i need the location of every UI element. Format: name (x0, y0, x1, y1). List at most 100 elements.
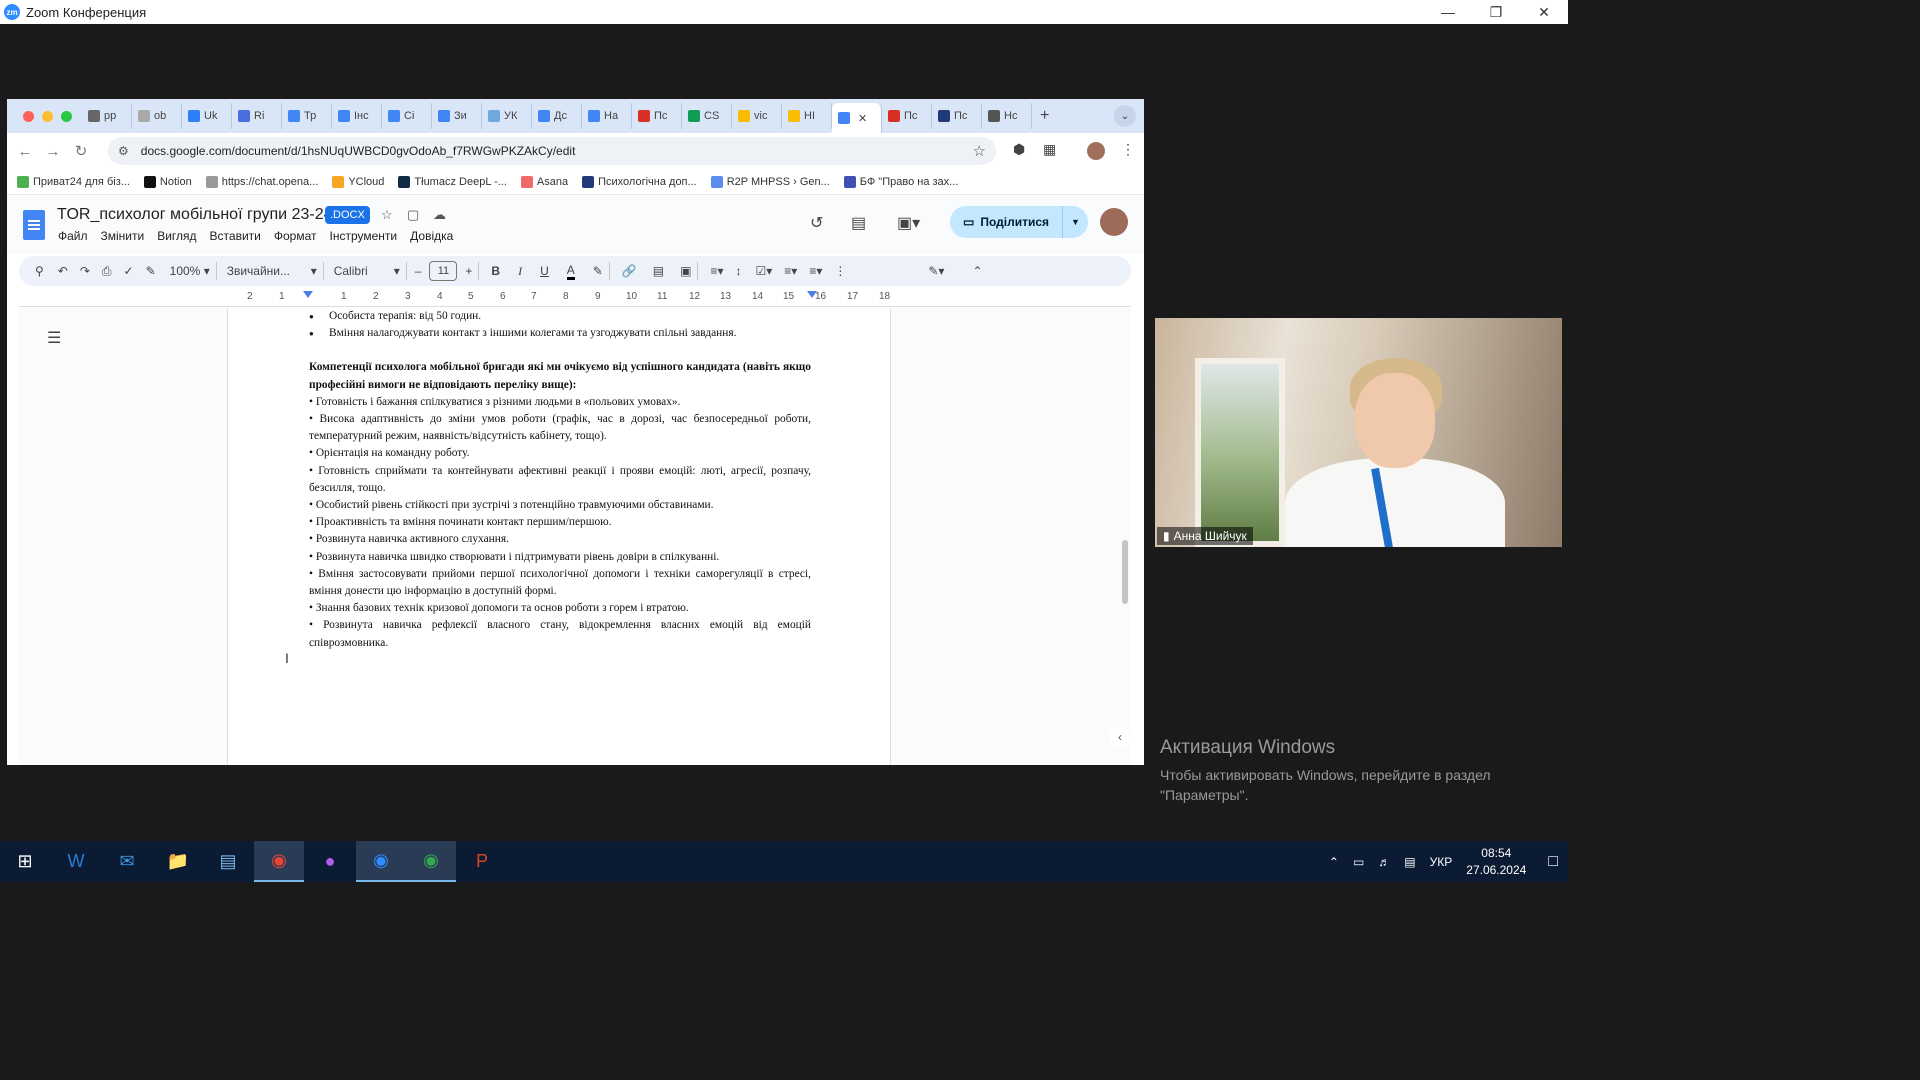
app-drop-icon[interactable]: ● (305, 841, 355, 882)
font-select[interactable]: Calibri ▾ (334, 264, 400, 278)
browser-tab[interactable]: Uk (182, 103, 232, 129)
browser-tab[interactable]: CS (682, 103, 732, 129)
menu-item[interactable]: Інструменти (330, 229, 398, 243)
spellcheck-icon[interactable]: ✓ (124, 264, 134, 278)
align-icon[interactable]: ≡▾ (710, 264, 723, 278)
highlight-icon[interactable]: ✎ (593, 264, 603, 278)
hide-menus-icon[interactable]: ⌃ (972, 264, 982, 278)
volume-icon[interactable]: ♬ (1378, 855, 1390, 869)
vertical-scrollbar[interactable] (1122, 540, 1128, 604)
browser-tab[interactable]: ✕ (832, 103, 882, 133)
site-info-icon[interactable]: ⚙ (118, 144, 129, 158)
reload-icon[interactable]: ↻ (67, 142, 95, 160)
style-select[interactable]: Звичайни... ▾ (227, 264, 317, 278)
menu-item[interactable]: Змінити (101, 229, 145, 243)
browser-tab[interactable]: ob (132, 103, 182, 129)
network-icon[interactable]: ▤ (1404, 855, 1415, 869)
extension-icon[interactable]: ⬢ (1013, 141, 1025, 158)
forward-icon[interactable]: → (39, 143, 67, 160)
increase-size-icon[interactable]: + (465, 264, 472, 278)
cloud-status-icon[interactable]: ☁ (433, 207, 446, 223)
version-history-icon[interactable]: ↺ (810, 213, 823, 233)
tray-expand-icon[interactable]: ⌃ (1329, 855, 1339, 869)
notifications-icon[interactable]: □ (1548, 853, 1558, 871)
star-icon[interactable]: ☆ (381, 207, 393, 223)
account-avatar[interactable] (1100, 208, 1128, 236)
close-dot[interactable] (23, 110, 34, 122)
checklist-icon[interactable]: ☑▾ (756, 264, 773, 278)
browser-tab[interactable]: Пс (632, 103, 682, 129)
tab-search-icon[interactable]: ⌄ (1114, 105, 1136, 127)
comments-icon[interactable]: ▤ (851, 213, 866, 233)
mail-icon[interactable]: ✉ (102, 841, 152, 882)
back-icon[interactable]: ← (11, 143, 39, 160)
zoom-select[interactable]: 100% ▾ (170, 264, 210, 278)
italic-icon[interactable]: I (518, 264, 522, 279)
battery-icon[interactable]: ▭ (1353, 855, 1364, 869)
file-explorer-icon[interactable]: 📁 (153, 841, 203, 882)
minimize-dot[interactable] (42, 110, 53, 122)
bookmark-star-icon[interactable]: ☆ (973, 142, 986, 160)
bookmark-item[interactable]: БФ "Право на зах... (843, 175, 958, 188)
underline-icon[interactable]: U (540, 264, 549, 278)
line-spacing-icon[interactable]: ↕ (736, 264, 742, 278)
outline-icon[interactable]: ☰ (47, 328, 61, 348)
more-options-icon[interactable]: ⋮ (834, 264, 846, 278)
restore-button[interactable]: ❐ (1472, 0, 1520, 24)
browser-tab[interactable]: Нс (982, 103, 1032, 129)
extensions-puzzle-icon[interactable]: ▦ (1043, 141, 1056, 158)
docs-logo-icon[interactable] (23, 210, 45, 240)
zoom-dot[interactable] (61, 110, 72, 122)
start-button[interactable]: ⊞ (0, 841, 50, 882)
indent-marker[interactable] (303, 291, 313, 298)
browser-tab[interactable]: Пс (932, 103, 982, 129)
decrease-size-icon[interactable]: – (415, 264, 422, 278)
browser-tab[interactable]: НІ (782, 103, 832, 129)
link-icon[interactable]: 🔗 (622, 264, 637, 278)
browser-tab[interactable]: Дс (532, 103, 582, 129)
editing-mode-icon[interactable]: ✎▾ (928, 264, 944, 278)
address-bar[interactable]: ⚙ docs.google.com/document/d/1hsNUqUWBCD… (108, 137, 996, 165)
browser-tab[interactable]: Сі (382, 103, 432, 129)
chrome-icon[interactable]: ◉ (254, 841, 304, 882)
powerpoint-icon[interactable]: P (457, 841, 507, 882)
browser-tab[interactable]: Зи (432, 103, 482, 129)
ruler[interactable]: 2 1 1 2 3 4 5 6 7 8 9 10 11 12 13 14 15 16 17 18 (19, 289, 1131, 307)
chrome-profile-icon[interactable]: ◉ (406, 841, 456, 882)
zoom-icon[interactable]: ◉ (356, 841, 406, 882)
clock[interactable]: 08:54 27.06.2024 (1466, 845, 1526, 879)
font-size-input[interactable]: 11 (429, 261, 458, 281)
browser-tab[interactable]: рр (82, 103, 132, 129)
language-indicator[interactable]: УКР (1430, 855, 1453, 869)
undo-icon[interactable]: ↶ (58, 264, 68, 278)
menu-item[interactable]: Вставити (210, 229, 261, 243)
bookmark-item[interactable]: R2P MHPSS › Gen... (710, 175, 830, 188)
insert-image-icon[interactable]: ▣ (680, 264, 691, 278)
browser-tab[interactable]: УК (482, 103, 532, 129)
close-button[interactable]: ✕ (1520, 0, 1568, 24)
share-dropdown-button[interactable]: ▼ (1062, 206, 1088, 238)
document-page[interactable]: Особиста терапія: від 50 годин. Вміння н… (227, 308, 891, 765)
bold-icon[interactable]: B (491, 264, 500, 278)
browser-tab[interactable]: Пс (882, 103, 932, 129)
control-panel-icon[interactable]: ▤ (203, 841, 253, 882)
add-comment-icon[interactable]: ▤ (653, 264, 664, 278)
menu-item[interactable]: Формат (274, 229, 317, 243)
bookmark-item[interactable]: Психологічна доп... (582, 175, 697, 188)
bulleted-list-icon[interactable]: ≡▾ (784, 264, 797, 278)
browser-tab[interactable]: Тр (282, 103, 332, 129)
browser-menu-icon[interactable]: ⋮ (1121, 141, 1135, 158)
paint-format-icon[interactable]: ✎ (146, 264, 156, 278)
bookmark-item[interactable]: Tłumacz DeepL -... (398, 175, 507, 188)
redo-icon[interactable]: ↷ (80, 264, 90, 278)
move-folder-icon[interactable]: ▢ (407, 207, 419, 223)
search-menus-icon[interactable]: ⚲ (35, 264, 44, 278)
browser-tab[interactable]: На (582, 103, 632, 129)
menu-item[interactable]: Довідка (410, 229, 453, 243)
share-button[interactable]: ▭ Поділитися (950, 206, 1062, 238)
tab-close-icon[interactable]: ✕ (858, 112, 867, 125)
profile-avatar[interactable] (1087, 142, 1105, 160)
browser-tab[interactable]: vic (732, 103, 782, 129)
document-body[interactable]: Особиста терапія: від 50 годин. Вміння н… (309, 308, 811, 652)
minimize-button[interactable]: — (1424, 0, 1472, 24)
